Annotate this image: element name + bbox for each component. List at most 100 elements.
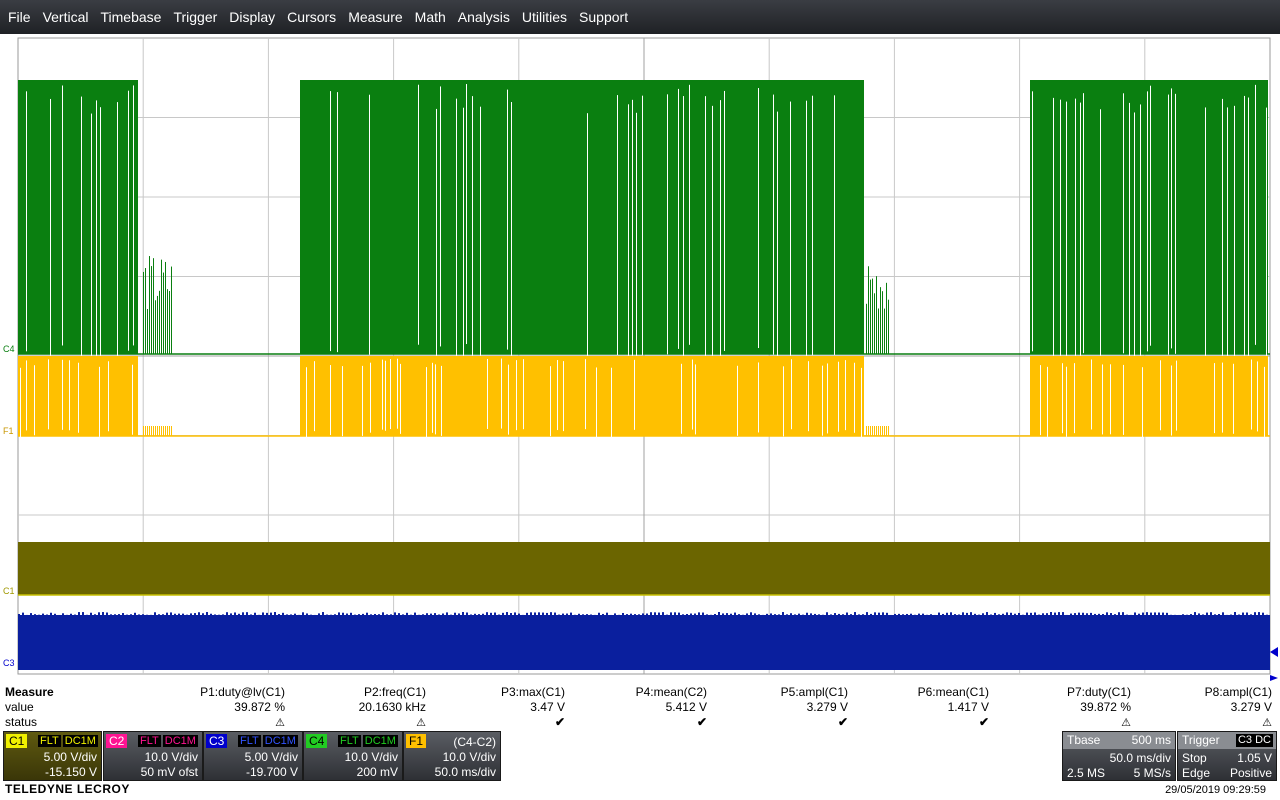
c4-small-pulse xyxy=(868,266,869,354)
menu-vertical[interactable]: Vertical xyxy=(37,0,95,34)
c3-noise xyxy=(458,613,460,618)
c3-noise xyxy=(1034,612,1036,617)
c3-noise xyxy=(374,613,376,618)
c3-noise xyxy=(450,614,452,619)
timebase-descriptor[interactable]: Tbase 500 ms 50.0 ms/div 2.5 MS 5 MS/s xyxy=(1062,731,1176,781)
c3-noise xyxy=(38,614,40,619)
c3-noise xyxy=(710,614,712,619)
f1-gap xyxy=(838,361,839,432)
c4-gap xyxy=(1234,105,1235,366)
c4-gap xyxy=(1147,91,1148,352)
param-name[interactable]: P4:mean(C2) xyxy=(547,685,707,699)
c3-noise xyxy=(662,612,664,617)
c4-gap xyxy=(1227,107,1228,368)
menu-analysis[interactable]: Analysis xyxy=(452,0,516,34)
trigger-source: C3 xyxy=(1235,734,1254,747)
menu-math[interactable]: Math xyxy=(409,0,452,34)
c3-noise xyxy=(194,613,196,618)
c3-noise xyxy=(1078,612,1080,617)
c4-gap xyxy=(1140,104,1141,365)
c4-gap xyxy=(834,95,835,356)
c4-gap xyxy=(712,105,713,366)
param-name[interactable]: P6:mean(C1) xyxy=(829,685,989,699)
menu-file[interactable]: File xyxy=(0,0,37,34)
c3-noise xyxy=(390,614,392,619)
c4-small-pulse xyxy=(880,287,881,354)
trigger-position-marker[interactable] xyxy=(1270,675,1278,681)
c3-noise xyxy=(198,612,200,617)
param-name[interactable]: P2:freq(C1) xyxy=(266,685,426,699)
vdiv-c4: 10.0 V/div xyxy=(344,750,398,764)
c3-noise xyxy=(574,614,576,619)
c3-noise xyxy=(354,614,356,619)
c4-small-pulse xyxy=(151,266,152,354)
math-descriptor-f1[interactable]: F1 (C4-C2) 10.0 V/div 50.0 ms/div xyxy=(403,731,501,781)
menu-support[interactable]: Support xyxy=(573,0,634,34)
f1-gap xyxy=(854,362,855,433)
c3-noise xyxy=(798,613,800,618)
f1-gap xyxy=(330,365,331,436)
c4-gap xyxy=(50,98,51,359)
c4-gap xyxy=(480,106,481,367)
c3-noise xyxy=(814,613,816,618)
trigger-descriptor[interactable]: Trigger C3 DC Stop 1.05 V Edge Positive xyxy=(1177,731,1277,781)
c3-noise xyxy=(1202,614,1204,619)
c3-noise xyxy=(182,613,184,618)
param-name[interactable]: P3:max(C1) xyxy=(405,685,565,699)
param-name[interactable]: P5:ampl(C1) xyxy=(688,685,848,699)
menu-trigger[interactable]: Trigger xyxy=(167,0,223,34)
trigger-label: Trigger xyxy=(1182,733,1220,747)
channel-descriptor-c3[interactable]: C3 FLT DC1M 5.00 V/div -19.700 V xyxy=(203,731,303,781)
c3-noise xyxy=(262,612,264,617)
vdiv-c1: 5.00 V/div xyxy=(43,750,97,764)
c3-noise xyxy=(162,614,164,619)
menu-cursors[interactable]: Cursors xyxy=(281,0,342,34)
channel-descriptor-c2[interactable]: C2 FLT DC1M 10.0 V/div 50 mV ofst xyxy=(103,731,203,781)
f1-gap xyxy=(34,365,35,436)
param-value: 39.872 % xyxy=(234,700,285,714)
f1-gap xyxy=(634,359,635,430)
c3-noise xyxy=(466,612,468,617)
c3-noise xyxy=(702,612,704,617)
menu-bar: File Vertical Timebase Trigger Display C… xyxy=(0,0,1280,34)
waveform-grid[interactable]: C4 F1 C1 C3 xyxy=(0,34,1280,682)
c4-gap xyxy=(1080,102,1081,363)
c4-gap xyxy=(683,96,684,357)
c3-noise xyxy=(934,614,936,619)
menu-measure[interactable]: Measure xyxy=(342,0,408,34)
c3-noise xyxy=(218,614,220,619)
c3-noise xyxy=(906,613,908,618)
c3-noise xyxy=(1174,614,1176,619)
param-name[interactable]: P8:ampl(C1) xyxy=(1112,685,1272,699)
c3-noise xyxy=(834,613,836,618)
menu-timebase[interactable]: Timebase xyxy=(94,0,167,34)
c3-noise xyxy=(966,612,968,617)
c4-gap xyxy=(777,111,778,372)
f1-gap xyxy=(1160,360,1161,431)
menu-display[interactable]: Display xyxy=(223,0,281,34)
brand-logo: TELEDYNE LECROY xyxy=(5,782,130,796)
channel-descriptor-c1[interactable]: C1 FLT DC1M 5.00 V/div -15.150 V xyxy=(3,731,102,781)
check-icon: ✔ xyxy=(837,715,848,729)
c4-gap xyxy=(117,102,118,363)
c3-noise xyxy=(222,614,224,619)
c3-noise xyxy=(630,613,632,618)
trigger-level-marker[interactable] xyxy=(1270,647,1278,657)
c3-noise xyxy=(886,612,888,617)
param-name[interactable]: P1:duty@lv(C1) xyxy=(125,685,285,699)
channel-descriptor-c4[interactable]: C4 FLT DC1M 10.0 V/div 200 mV xyxy=(303,731,403,781)
coupling-c4: FLT DC1M xyxy=(338,735,398,747)
menu-utilities[interactable]: Utilities xyxy=(516,0,573,34)
f1-small-pulse xyxy=(876,426,877,436)
f1-gap xyxy=(342,366,343,437)
c4-gap xyxy=(1168,94,1169,355)
trigger-type: Edge xyxy=(1182,766,1211,780)
f1-gap xyxy=(611,367,612,438)
c3-noise xyxy=(790,613,792,618)
waveform-canvas: C4 F1 C1 C3 xyxy=(3,37,1278,681)
c3-noise xyxy=(962,612,964,617)
f1-gap xyxy=(487,358,488,429)
c3-noise xyxy=(494,612,496,617)
param-name[interactable]: P7:duty(C1) xyxy=(971,685,1131,699)
c4-gap xyxy=(790,101,791,362)
